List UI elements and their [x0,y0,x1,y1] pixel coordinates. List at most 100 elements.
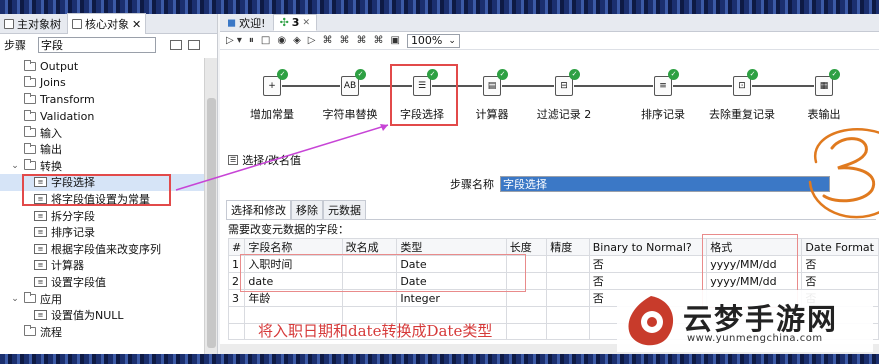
tree-folder[interactable]: ⌄ 应用 [0,290,204,307]
transformation-canvas[interactable]: + ✓ 增加常量 AB ✓ 字符串替换 ☰ ✓ 字段选择 ▤ ✓ 计算器 ⊟ ✓ 过滤记录 2 ≡ ✓ 排序记录 ⊡… [220,50,879,146]
step-node-label: 字符串替换 [322,108,378,121]
step-node[interactable]: ⊡ ✓ [733,69,758,96]
hop-arrow[interactable] [673,85,732,87]
tab-remove[interactable]: 移除 [291,200,323,219]
table-cell[interactable]: 否 [801,272,879,290]
table-cell[interactable] [505,306,548,324]
run-icon[interactable]: ▷ ▾ [226,35,242,46]
step-node[interactable]: AB ✓ [341,69,366,96]
preview-icon[interactable]: ◉ [277,35,286,46]
tree-item-label: 排序记录 [51,226,95,240]
table-cell[interactable]: 否 [588,255,708,273]
tree-item-label: 计算器 [51,259,84,273]
column-header[interactable]: # [227,238,246,256]
table-cell[interactable] [505,322,548,340]
tree-step[interactable]: ≡ 根据字段值来改变序列 [0,241,204,258]
step-search-row: 步骤 [0,34,217,56]
folder-icon [24,76,36,88]
step-icon: ≡ [34,310,47,321]
tree-folder[interactable]: Transform [0,91,204,108]
expand-all-icon[interactable] [170,40,182,50]
collapse-all-icon[interactable] [188,40,200,50]
sql-icon[interactable]: ⌘ [356,35,366,46]
check-icon: ✓ [668,69,679,80]
table-cell[interactable]: 3 [227,289,246,307]
tree-step[interactable]: ≡ 将字段值设置为常量 [0,191,204,208]
tree-item-label: 将字段值设置为常量 [51,193,150,207]
table-cell[interactable] [227,322,246,340]
tree-folder[interactable]: Joins [0,75,204,92]
explore-icon[interactable]: ⌘ [373,35,383,46]
hop-arrow[interactable] [502,85,554,87]
tab-welcome[interactable]: ◼ 欢迎! [220,14,273,31]
tab-core-objects[interactable]: 核心对象 ✕ [67,13,147,34]
tree-folder[interactable]: 输出 [0,141,204,158]
step-name-input[interactable] [500,176,830,192]
tree-scrollbar[interactable] [204,58,217,354]
tree-step[interactable]: ≡ 计算器 [0,257,204,274]
tree-step[interactable]: ≡ 拆分字段 [0,207,204,224]
zoom-value: 100% [410,34,443,47]
column-header[interactable]: 精度 [546,238,590,256]
tree-item-label: 流程 [40,325,62,339]
step-node-icon: + [268,81,276,91]
tree-folder[interactable]: Validation [0,108,204,125]
chevron-down-icon[interactable]: ⌄ [10,294,20,304]
tree-step[interactable]: ≡ 设置值为NULL [0,307,204,324]
tree-folder[interactable]: ⌄ 转换 [0,158,204,175]
check-icon: ✓ [497,69,508,80]
table-cell[interactable] [546,289,590,307]
tab-main-object-tree[interactable]: 主对象树 [4,16,61,32]
tree-step[interactable]: ≡ 字段选择 [0,174,204,191]
step-node[interactable]: ⊟ ✓ [555,69,580,96]
step-icon: ≡ [34,177,47,188]
table-cell[interactable]: 否 [801,255,879,273]
step-node[interactable]: ≡ ✓ [654,69,679,96]
tree-step[interactable]: ≡ 设置字段值 [0,274,204,291]
replay-icon[interactable]: ▷ [308,35,316,46]
chevron-down-icon: ⌄ [448,35,456,46]
close-icon[interactable]: ✕ [132,18,141,31]
tree-folder[interactable]: Output [0,58,204,75]
column-header[interactable]: 长度 [505,238,548,256]
column-header[interactable]: 改名成 [341,238,398,256]
table-cell[interactable] [546,255,590,273]
column-header[interactable]: 类型 [396,238,507,256]
table-cell[interactable] [341,289,398,307]
tab-select-modify[interactable]: 选择和修改 [226,200,291,219]
tree-folder[interactable]: 输入 [0,124,204,141]
column-header[interactable]: 字段名称 [244,238,343,256]
table-cell[interactable] [546,272,590,290]
analyze-icon[interactable]: ⌘ [339,35,349,46]
grid-icon[interactable]: ▣ [390,35,399,46]
column-header[interactable]: Date Format [801,238,879,256]
column-header[interactable]: Binary to Normal? [588,238,708,256]
table-cell[interactable]: 否 [588,272,708,290]
tab-metadata[interactable]: 元数据 [323,200,366,219]
debug-icon[interactable]: ◈ [293,35,301,46]
table-cell[interactable] [505,289,548,307]
table-cell[interactable] [546,306,590,324]
hop-arrow[interactable] [282,85,340,87]
hop-arrow[interactable] [574,85,653,87]
stop-icon[interactable]: □ [261,35,270,46]
hop-arrow[interactable] [752,85,814,87]
table-cell[interactable] [227,306,246,324]
tab-transformation-3[interactable]: ✣ 3 ✕ [272,14,317,31]
tree-step[interactable]: ≡ 排序记录 [0,224,204,241]
verify-icon[interactable]: ⌘ [322,35,332,46]
step-node-label: 增加常量 [250,108,294,121]
pause-icon[interactable]: ⏸ [249,35,254,46]
tree-folder[interactable]: 流程 [0,324,204,341]
step-node[interactable]: + ✓ [263,69,288,96]
step-node[interactable]: ▤ ✓ [483,69,508,96]
step-node[interactable]: ▦ ✓ [815,69,840,96]
table-cell[interactable]: Integer [396,289,507,307]
table-cell[interactable] [546,322,590,340]
chevron-down-icon[interactable]: ⌄ [10,161,20,171]
table-cell[interactable]: 年龄 [244,289,343,307]
step-search-input[interactable] [38,37,156,53]
close-icon[interactable]: ✕ [302,18,310,28]
scrollbar-thumb[interactable] [207,98,216,348]
zoom-select[interactable]: 100% ⌄ [406,33,460,48]
